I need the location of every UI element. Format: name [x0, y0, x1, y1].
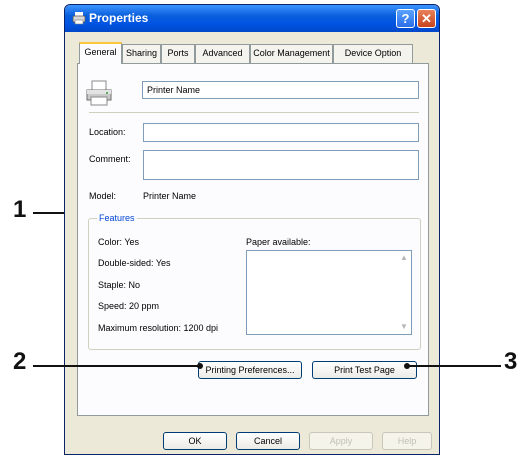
model-label: Model: — [89, 191, 117, 201]
feature-max-resolution: Maximum resolution: 1200 dpi — [98, 323, 219, 333]
apply-button[interactable]: Apply — [309, 432, 373, 450]
comment-label: Comment: — [89, 154, 131, 164]
title-bar[interactable]: Properties ? ✕ — [65, 5, 439, 32]
window-title: Properties — [89, 11, 149, 25]
separator — [89, 112, 419, 113]
callout-1-number: 1 — [13, 196, 27, 223]
scroll-up-icon[interactable]: ▲ — [399, 253, 409, 263]
tab-color-management[interactable]: Color Management — [250, 44, 333, 63]
callout-3-number: 3 — [504, 348, 518, 375]
help-icon[interactable]: ? — [396, 9, 415, 28]
tab-ports[interactable]: Ports — [161, 44, 195, 63]
printer-icon — [72, 12, 86, 25]
location-input[interactable] — [143, 123, 419, 142]
features-title: Features — [97, 213, 137, 223]
tab-device-option[interactable]: Device Option — [333, 44, 413, 63]
callout-2-dot — [197, 363, 203, 369]
feature-speed: Speed: 20 ppm — [98, 301, 160, 311]
tab-advanced[interactable]: Advanced — [195, 44, 250, 63]
help-button[interactable]: Help — [382, 432, 432, 450]
callout-3-line — [407, 365, 501, 367]
print-test-page-button[interactable]: Print Test Page — [312, 361, 417, 379]
callout-2-line — [33, 365, 201, 367]
feature-color: Color: Yes — [98, 237, 140, 247]
printer-icon — [86, 80, 112, 106]
tab-sharing[interactable]: Sharing — [122, 44, 161, 63]
feature-staple: Staple: No — [98, 280, 141, 290]
tab-general[interactable]: General — [79, 42, 122, 64]
scroll-down-icon[interactable]: ▼ — [399, 322, 409, 332]
comment-textarea[interactable] — [143, 150, 419, 180]
feature-double-sided: Double-sided: Yes — [98, 258, 171, 268]
close-icon[interactable]: ✕ — [417, 9, 436, 28]
callout-2-number: 2 — [13, 348, 27, 375]
callout-3-dot — [404, 363, 410, 369]
printer-name-input[interactable]: Printer Name — [142, 81, 419, 99]
ok-button[interactable]: OK — [163, 432, 227, 450]
paper-available-label: Paper available: — [246, 237, 311, 247]
cancel-button[interactable]: Cancel — [236, 432, 300, 450]
paper-available-list[interactable]: ▲ ▼ — [246, 250, 412, 335]
printing-preferences-button[interactable]: Printing Preferences... — [198, 361, 302, 379]
model-value: Printer Name — [143, 191, 197, 201]
location-label: Location: — [89, 127, 126, 137]
properties-dialog: Properties ? ✕ General Sharing Ports Adv… — [64, 4, 440, 455]
